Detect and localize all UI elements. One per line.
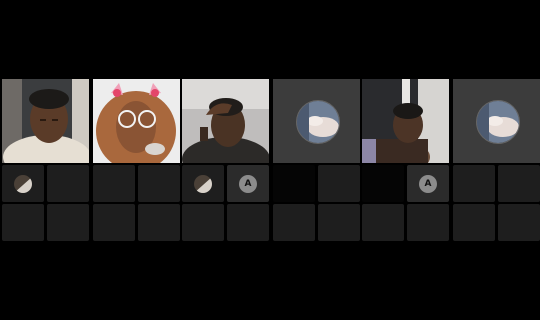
participant-slot[interactable] (453, 204, 495, 241)
participant-slot[interactable] (362, 204, 404, 241)
participant-slot[interactable] (498, 204, 540, 241)
participant-slot[interactable] (273, 204, 315, 241)
participant-slot[interactable] (182, 165, 224, 202)
participant-slot[interactable] (47, 204, 89, 241)
participant-slot[interactable] (47, 165, 89, 202)
call-panel-1 (2, 79, 180, 241)
call-panel-3: A (362, 79, 540, 241)
call-panel-2: A (182, 79, 360, 241)
video-tile-profile[interactable] (273, 79, 360, 163)
participant-slot[interactable] (2, 204, 44, 241)
participant-slot[interactable]: A (227, 165, 269, 202)
video-tile-participant-4[interactable] (362, 79, 449, 163)
participant-slot[interactable] (318, 204, 360, 241)
video-tile-participant-3[interactable] (182, 79, 269, 163)
video-tile-participant-1[interactable] (2, 79, 89, 163)
participant-slot[interactable] (93, 165, 135, 202)
participant-slot[interactable] (138, 204, 180, 241)
profile-avatar (475, 100, 520, 144)
initial-avatar-icon: A (419, 174, 437, 193)
video-tile-profile[interactable] (453, 79, 540, 163)
participant-slot[interactable] (93, 204, 135, 241)
initial-avatar-icon: A (239, 174, 257, 193)
profile-avatar (295, 100, 340, 144)
participant-slot[interactable] (407, 204, 449, 241)
participant-slot[interactable] (318, 165, 360, 202)
participant-slot[interactable] (362, 165, 404, 202)
participant-slot[interactable] (2, 165, 44, 202)
thumbnail-icon (194, 174, 212, 193)
video-tile-participant-2[interactable] (93, 79, 180, 163)
participant-slot[interactable] (182, 204, 224, 241)
participant-slot[interactable] (453, 165, 495, 202)
thumbnail-icon (14, 174, 32, 193)
participant-slot[interactable] (227, 204, 269, 241)
participant-slot[interactable]: A (407, 165, 449, 202)
participant-slot[interactable] (138, 165, 180, 202)
participant-slot[interactable] (498, 165, 540, 202)
participant-slot[interactable] (273, 165, 315, 202)
